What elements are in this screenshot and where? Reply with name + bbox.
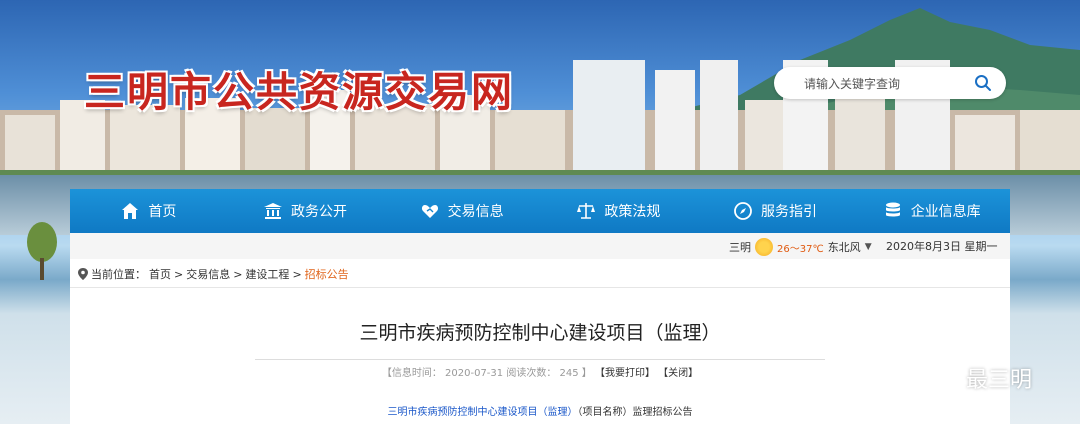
- government-building-icon: [264, 203, 282, 219]
- breadcrumb-separator: >: [292, 267, 302, 281]
- scale-icon: [577, 203, 596, 219]
- close-link[interactable]: 【关闭】: [658, 368, 698, 379]
- nav-item-label: 服务指引: [761, 204, 818, 220]
- breadcrumb: 当前位置： 首页 > 交易信息 > 建设工程 > 招标公告: [78, 266, 349, 282]
- breadcrumb-prefix: 当前位置：: [91, 268, 146, 281]
- nav-item-label: 首页: [148, 204, 177, 220]
- home-icon: [122, 203, 139, 219]
- watermark-text: 最三明: [966, 368, 1033, 393]
- sunny-icon: [755, 238, 773, 256]
- nav-item-service-guide[interactable]: 服务指引: [697, 189, 854, 233]
- nav-item-label: 政务公开: [291, 204, 347, 220]
- article-title: 三明市疾病预防控制中心建设项目（监理）: [359, 322, 721, 344]
- nav-item-label: 政策法规: [604, 204, 661, 220]
- weather-city: 三明: [729, 241, 751, 254]
- nav-item-trade-info[interactable]: 交易信息: [383, 189, 540, 233]
- project-name: 三明市疾病预防控制中心建设项目（监理）: [387, 407, 578, 418]
- divider: [70, 287, 1010, 288]
- content-panel: 三明 26～37℃ 东北风 ▼ 2020年8月3日 星期一 当前位置： 首页 >…: [70, 233, 1010, 424]
- article-meta: 【信息时间： 2020-07-31 阅读次数： 245 】 【我要打印】 【关闭…: [70, 364, 1010, 379]
- watermark: 最三明: [924, 362, 1032, 394]
- article-body: 三明市疾病预防控制中心建设项目（监理）（项目名称）监理招标公告: [70, 403, 1010, 418]
- location-pin-icon: [78, 268, 88, 280]
- breadcrumb-construction[interactable]: 建设工程: [245, 266, 289, 282]
- nav-item-enterprise-db[interactable]: 企业信息库: [853, 189, 1010, 233]
- info-bar: 三明 26～37℃ 东北风 ▼ 2020年8月3日 星期一: [70, 233, 1010, 259]
- database-icon: [885, 202, 900, 217]
- weather-temp: 26～37℃: [777, 243, 824, 255]
- breadcrumb-separator: >: [174, 267, 184, 281]
- wechat-icon: [925, 364, 959, 391]
- breadcrumb-separator: >: [233, 267, 243, 281]
- handshake-icon: [421, 205, 438, 218]
- body-rest: （项目名称）监理招标公告: [577, 407, 693, 418]
- weather-widget: 三明 26～37℃ 东北风 ▼: [729, 238, 872, 256]
- breadcrumb-home[interactable]: 首页: [149, 266, 171, 282]
- print-link[interactable]: 【我要打印】: [595, 368, 655, 379]
- nav-item-home[interactable]: 首页: [70, 189, 227, 233]
- breadcrumb-trade-info[interactable]: 交易信息: [186, 266, 230, 282]
- tree: [27, 222, 57, 280]
- search-input[interactable]: [802, 73, 966, 95]
- compass-icon: [734, 202, 752, 220]
- title-divider: [255, 359, 825, 360]
- search-box: [774, 67, 1006, 99]
- breadcrumb-current[interactable]: 招标公告: [305, 266, 349, 282]
- weather-wind: 东北风: [827, 241, 861, 254]
- search-icon[interactable]: [974, 74, 992, 92]
- nav-item-policy[interactable]: 政策法规: [540, 189, 697, 233]
- nav-item-label: 交易信息: [447, 204, 504, 220]
- article-meta-info: 【信息时间： 2020-07-31 阅读次数： 245 】: [381, 368, 592, 379]
- wind-arrow-icon: ▼: [864, 242, 872, 252]
- current-date: 2020年8月3日 星期一: [886, 240, 998, 253]
- nav-item-label: 企业信息库: [910, 204, 981, 220]
- main-nav: 首页 政务公开 交易信息 政策法规 服务指引 企业信息库: [70, 189, 1010, 233]
- site-title[interactable]: 三明市公共资源交易网: [84, 58, 514, 118]
- nav-item-government-affairs[interactable]: 政务公开: [227, 189, 384, 233]
